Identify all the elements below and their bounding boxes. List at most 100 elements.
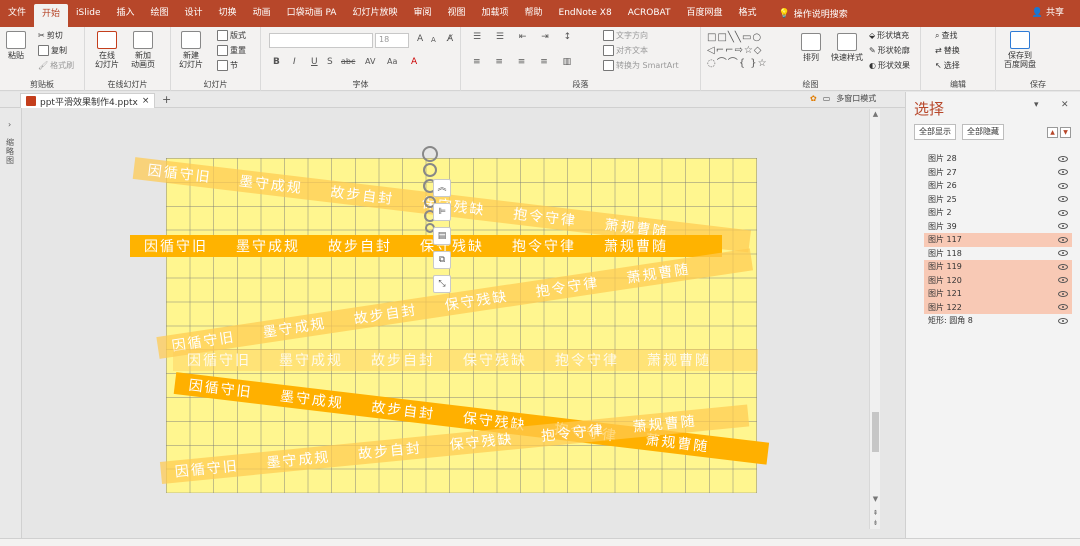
format-painter-button[interactable]: 🖌 格式刷 — [38, 60, 74, 71]
bold-button[interactable]: B — [273, 57, 280, 67]
crop-icon[interactable]: ⤡ — [433, 275, 451, 293]
layer-item[interactable]: 图片 2 — [924, 206, 1072, 220]
layer-item[interactable]: 图片 117 — [924, 233, 1072, 247]
cut-button[interactable]: ✂ 剪切 — [38, 30, 63, 41]
bring-forward-icon[interactable]: ▲ — [1047, 127, 1058, 138]
prev-slide-icon[interactable]: ⇞ — [870, 509, 881, 517]
send-backward-icon[interactable]: ▼ — [1060, 127, 1071, 138]
shape-fill-button[interactable]: ⬙ 形状填充 — [869, 30, 909, 41]
shrink-font-button[interactable]: A — [431, 36, 436, 44]
layer-item[interactable]: 图片 119 — [924, 260, 1072, 274]
replace-button[interactable]: ⇄ 替换 — [935, 45, 960, 56]
shape-outline-button[interactable]: ✎ 形状轮廓 — [869, 45, 910, 56]
eye-icon[interactable] — [1058, 290, 1068, 297]
vertical-scrollbar[interactable]: ▲ ▼ ⇞ ⇟ — [869, 109, 880, 529]
find-button[interactable]: ⌕ 查找 — [935, 30, 957, 41]
underline-button[interactable]: U — [311, 57, 318, 67]
file-tab[interactable]: ppt平滑效果制作4.pptx × — [20, 93, 156, 108]
layer-item[interactable]: 图片 122 — [924, 300, 1072, 314]
save-baidu-button[interactable]: 保存到 百度网盘 — [1004, 31, 1036, 69]
menu-tab[interactable]: 审阅 — [405, 0, 439, 27]
show-all-button[interactable]: 全部显示 — [914, 124, 956, 140]
char-spacing-button[interactable]: AV — [365, 57, 375, 66]
menu-tab[interactable]: ACROBAT — [620, 0, 679, 27]
layer-item[interactable]: 图片 120 — [924, 273, 1072, 287]
clear-format-icon[interactable]: A̸ — [447, 34, 453, 44]
eye-icon[interactable] — [1058, 236, 1068, 243]
hide-all-button[interactable]: 全部隐藏 — [962, 124, 1004, 140]
layer-item[interactable]: 图片 26 — [924, 179, 1072, 193]
thumbnail-pane-collapsed[interactable]: › 缩略图 — [0, 108, 22, 538]
align-text-button[interactable]: 对齐文本 — [603, 45, 648, 56]
eye-icon[interactable] — [1058, 263, 1068, 270]
align-icon[interactable]: ⊫ — [433, 203, 451, 221]
menu-tab[interactable]: 文件 — [0, 0, 34, 27]
shadow-button[interactable]: S — [327, 57, 333, 67]
menu-tab[interactable]: 绘图 — [143, 0, 177, 27]
menu-tab[interactable]: 视图 — [439, 0, 473, 27]
eye-icon[interactable] — [1058, 250, 1068, 257]
scroll-thumb[interactable] — [872, 412, 879, 452]
idiom-band[interactable]: 因循守旧 墨守成规 故步自封 保守残缺 抱令守律 萧规曹随 — [130, 235, 722, 257]
shapes-gallery[interactable]: □□╲╲▭○ ◁⌐⌐⇨☆◇ ◌⌒⌒{ }☆ — [707, 31, 793, 70]
font-name-field[interactable] — [269, 33, 373, 48]
menu-tab[interactable]: iSlide — [68, 0, 108, 27]
eye-icon[interactable] — [1058, 155, 1068, 162]
online-slide-button[interactable]: 在线 幻灯片 — [95, 31, 119, 69]
pane-options-icon[interactable]: ▾ — [1034, 100, 1039, 110]
tell-me-box[interactable]: 💡 操作说明搜索 — [778, 7, 847, 21]
layout-options-icon[interactable]: ▤ — [433, 227, 451, 245]
layer-item[interactable]: 图片 39 — [924, 220, 1072, 234]
section-button[interactable]: 节 — [217, 60, 238, 71]
scroll-down-icon[interactable]: ▼ — [870, 495, 881, 503]
menu-tab[interactable]: EndNote X8 — [551, 0, 620, 27]
menu-tab[interactable]: 加载项 — [474, 0, 517, 27]
share-button[interactable]: 👤 共享 — [1032, 0, 1064, 27]
menu-tab[interactable]: 口袋动画 PA — [279, 0, 345, 27]
eye-icon[interactable] — [1058, 209, 1068, 216]
strikethrough-button[interactable]: abc — [341, 57, 355, 66]
smartart-button[interactable]: 转换为 SmartArt — [603, 60, 679, 71]
copy-shape-icon[interactable]: ⧉ — [433, 251, 451, 269]
layer-item[interactable]: 图片 121 — [924, 287, 1072, 301]
grow-font-button[interactable]: A — [417, 34, 423, 44]
quick-styles-button[interactable]: 快速样式 — [831, 33, 863, 62]
close-pane-icon[interactable]: ✕ — [1061, 100, 1069, 110]
expand-chevron-icon[interactable]: › — [8, 120, 11, 129]
menu-tab[interactable]: 格式 — [730, 0, 764, 27]
reset-button[interactable]: 重置 — [217, 45, 246, 56]
menu-tab[interactable]: 帮助 — [517, 0, 551, 27]
menu-tab[interactable]: 设计 — [177, 0, 211, 27]
idiom-band[interactable]: 因循守旧 墨守成规 故步自封 保守残缺 抱令守律 萧规曹随 — [173, 349, 758, 371]
eye-icon[interactable] — [1058, 277, 1068, 284]
new-slide-button[interactable]: 新建 幻灯片 — [179, 31, 203, 69]
eye-icon[interactable] — [1058, 169, 1068, 176]
new-anim-page-button[interactable]: 新加 动画页 — [131, 31, 155, 69]
layout-button[interactable]: 版式 — [217, 30, 246, 41]
shape-effects-button[interactable]: ◐ 形状效果 — [869, 60, 910, 71]
eye-icon[interactable] — [1058, 196, 1068, 203]
select-button[interactable]: ↖ 选择 — [935, 60, 960, 71]
text-direction-button[interactable]: 文字方向 — [603, 30, 648, 41]
layer-item[interactable]: 矩形: 圆角 8 — [924, 314, 1072, 328]
menu-tab[interactable]: 百度网盘 — [678, 0, 730, 27]
menu-tab[interactable]: 开始 — [34, 4, 69, 27]
eye-icon[interactable] — [1058, 317, 1068, 324]
scroll-up-icon[interactable]: ▲ — [870, 110, 881, 118]
new-tab-icon[interactable]: + — [162, 93, 171, 106]
settings-icon[interactable]: ✿ — [810, 94, 817, 103]
menu-tab[interactable]: 插入 — [109, 0, 143, 27]
list-buttons[interactable]: ☰ ☰ ⇤ ⇥ ↕ — [473, 32, 577, 42]
arrange-button[interactable]: 排列 — [801, 33, 821, 62]
layer-item[interactable]: 图片 25 — [924, 193, 1072, 207]
layer-item[interactable]: 图片 118 — [924, 247, 1072, 261]
align-buttons[interactable]: ≡ ≡ ≡ ≡ ▥ — [473, 57, 577, 67]
menu-tab[interactable]: 切换 — [211, 0, 245, 27]
eye-icon[interactable] — [1058, 182, 1068, 189]
layer-item[interactable]: 图片 27 — [924, 166, 1072, 180]
collapse-icon[interactable]: ︽ — [433, 179, 451, 197]
menu-tab[interactable]: 幻灯片放映 — [344, 0, 405, 27]
next-slide-icon[interactable]: ⇟ — [870, 519, 881, 527]
eye-icon[interactable] — [1058, 223, 1068, 230]
eye-icon[interactable] — [1058, 304, 1068, 311]
